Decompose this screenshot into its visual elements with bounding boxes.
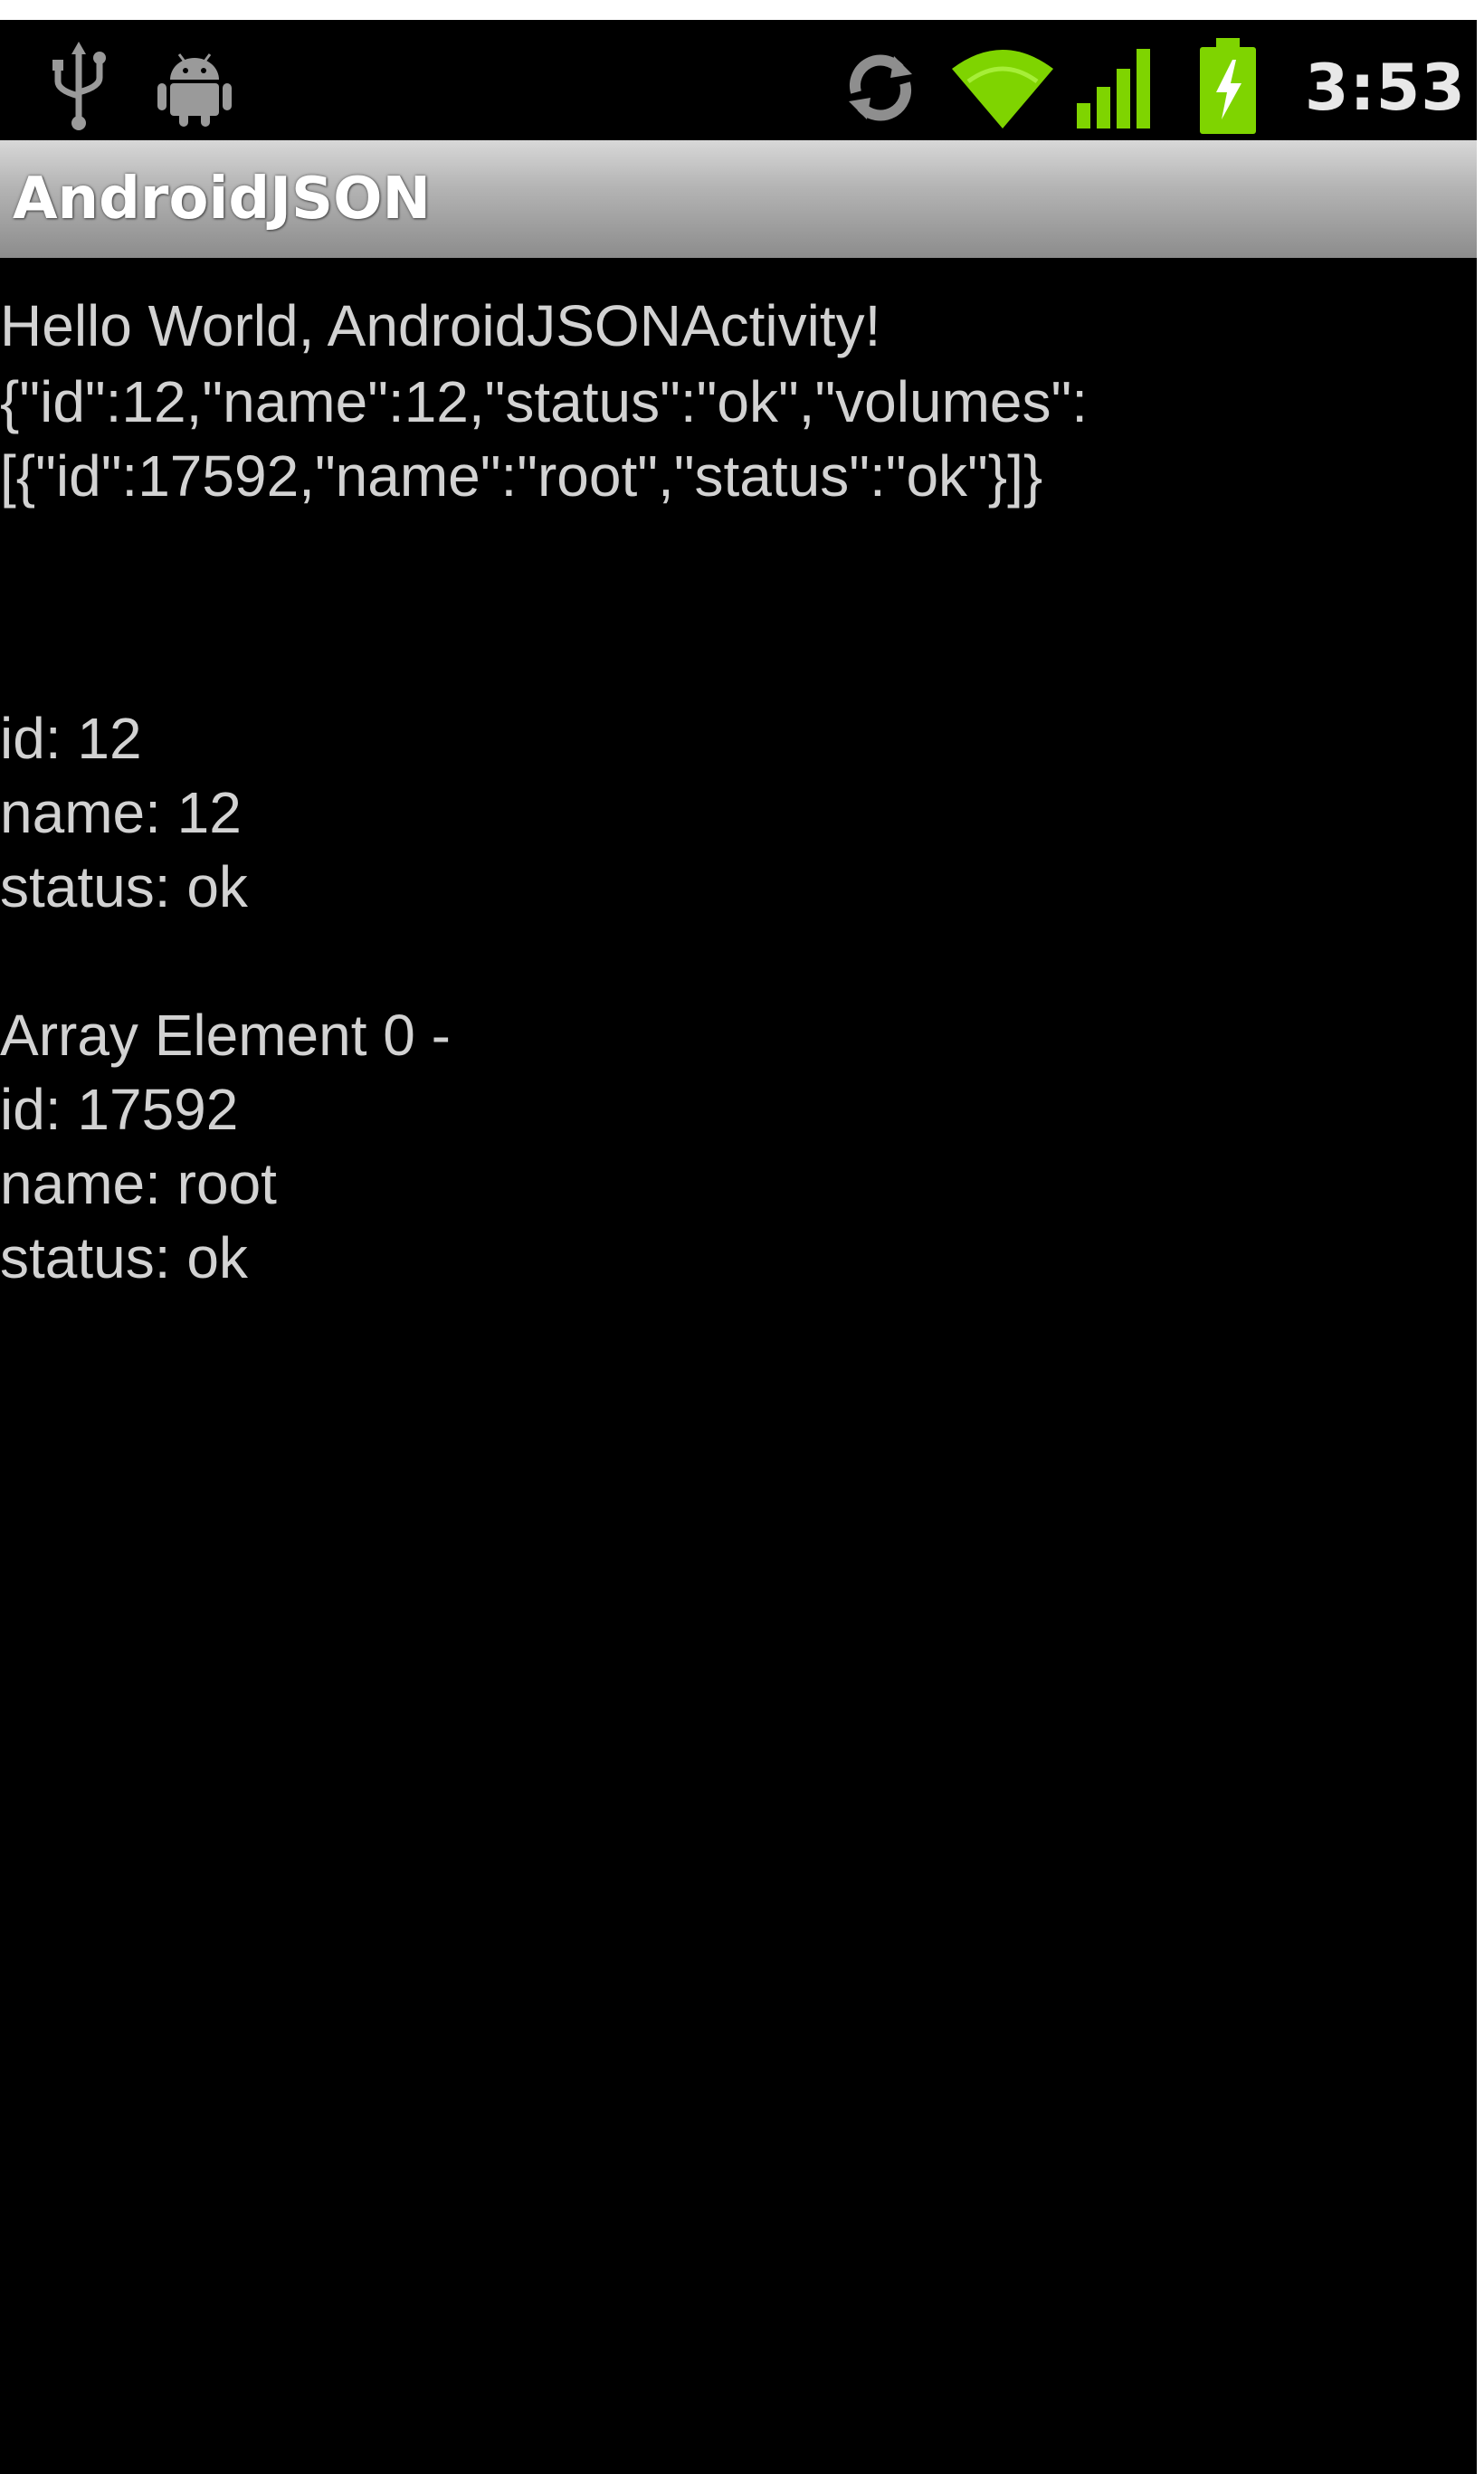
greeting-text: Hello World, AndroidJSONActivity!	[0, 293, 881, 358]
status-bar: 3:53	[0, 20, 1477, 140]
app-title-bar: AndroidJSON	[0, 140, 1477, 258]
array-element-status: status: ok	[0, 1225, 248, 1290]
signal-icon	[1075, 43, 1156, 130]
sync-icon	[840, 47, 921, 128]
json-text-line-2: [{"id":17592,"name":"root","status":"ok"…	[0, 443, 1043, 509]
battery-charging-icon	[1196, 36, 1260, 136]
parsed-id: id: 12	[0, 706, 142, 771]
android-debug-icon	[154, 45, 235, 128]
array-element-id: id: 17592	[0, 1077, 239, 1142]
screenshot-border	[1477, 0, 1484, 2474]
array-element-name: name: root	[0, 1151, 277, 1216]
parsed-status: status: ok	[0, 854, 248, 919]
app-title: AndroidJSON	[13, 166, 432, 233]
parsed-name: name: 12	[0, 780, 242, 845]
array-element-header: Array Element 0 -	[0, 1003, 451, 1068]
usb-icon	[47, 42, 110, 132]
json-text-line-1: {"id":12,"name":12,"status":"ok","volume…	[0, 369, 1088, 434]
status-bar-time: 3:53	[1304, 51, 1466, 125]
wifi-icon	[948, 42, 1057, 132]
phone-screen: 3:53 AndroidJSON Hello World, AndroidJSO…	[0, 20, 1477, 2474]
